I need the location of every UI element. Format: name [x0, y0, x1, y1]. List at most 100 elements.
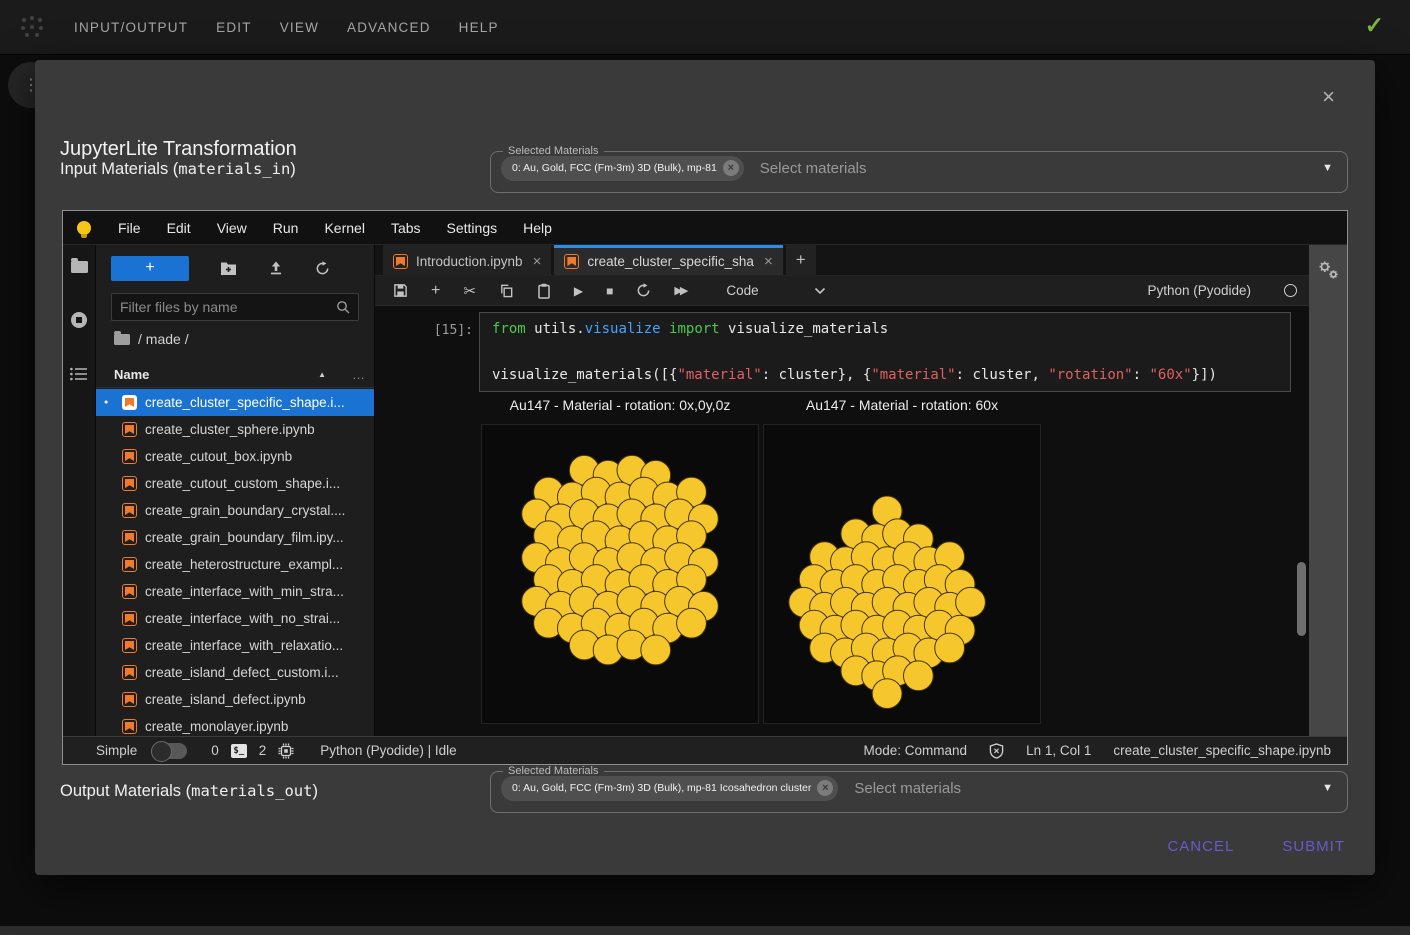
- add-cell-icon[interactable]: +: [431, 282, 440, 300]
- jl-menu-settings[interactable]: Settings: [447, 220, 498, 236]
- status-check-icon: ✓: [1365, 12, 1384, 39]
- upload-icon[interactable]: [268, 260, 284, 276]
- file-row[interactable]: ● create_cluster_specific_shape.i...: [96, 389, 374, 416]
- simple-mode-toggle[interactable]: [151, 743, 187, 759]
- tab-create-cluster-specific-shape[interactable]: create_cluster_specific_sha ×: [554, 245, 782, 275]
- jl-menu-tabs[interactable]: Tabs: [391, 220, 421, 236]
- notebook-scrollbar[interactable]: [1297, 308, 1306, 734]
- input-material-chip[interactable]: 0: Au, Gold, FCC (Fm-3m) 3D (Bulk), mp-8…: [501, 156, 744, 181]
- notebook-icon: [122, 476, 137, 491]
- status-bar-right: Mode: Command Ln 1, Col 1 create_cluster…: [864, 743, 1331, 759]
- shield-x-icon[interactable]: [989, 743, 1004, 759]
- kernel-status-icon[interactable]: [1284, 284, 1297, 297]
- notebook-icon: [393, 254, 408, 269]
- chip-remove-icon[interactable]: ×: [723, 160, 739, 176]
- menu-view[interactable]: VIEW: [280, 20, 319, 35]
- notebook-icon: [122, 665, 137, 680]
- refresh-icon[interactable]: [315, 261, 330, 276]
- settings-gears-icon[interactable]: [1316, 259, 1340, 281]
- cell-type-select[interactable]: Code: [726, 283, 758, 298]
- notebook-icon: [122, 557, 137, 572]
- input-materials-select[interactable]: Selected Materials 0: Au, Gold, FCC (Fm-…: [490, 145, 1348, 193]
- output-material-chip[interactable]: 0: Au, Gold, FCC (Fm-3m) 3D (Bulk), mp-8…: [501, 776, 838, 801]
- file-row[interactable]: create_monolayer.ipynb: [96, 713, 374, 736]
- file-row[interactable]: create_island_defect_custom.i...: [96, 659, 374, 686]
- code-cell[interactable]: from utils.visualize import visualize_ma…: [479, 312, 1291, 392]
- jl-menu-edit[interactable]: Edit: [167, 220, 191, 236]
- restart-run-all-icon[interactable]: ▶▶: [674, 284, 685, 297]
- copy-icon[interactable]: [499, 283, 514, 298]
- notebook-icon: [122, 638, 137, 653]
- jupyterlab-frame: File Edit View Run Kernel Tabs Settings …: [62, 210, 1348, 765]
- run-icon[interactable]: ▶: [574, 284, 583, 298]
- new-tab-button[interactable]: +: [786, 245, 816, 275]
- kernel-name[interactable]: Python (Pyodide): [1147, 283, 1251, 298]
- open-indicator-dot: ●: [104, 399, 108, 406]
- running-kernels-tab-icon[interactable]: [70, 311, 88, 329]
- terminal-count[interactable]: 0: [211, 743, 219, 758]
- paste-icon[interactable]: [537, 283, 551, 299]
- filter-input[interactable]: [120, 299, 336, 315]
- file-row[interactable]: create_grain_boundary_crystal....: [96, 497, 374, 524]
- file-row[interactable]: create_interface_with_min_stra...: [96, 578, 374, 605]
- tab-bar: Introduction.ipynb × create_cluster_spec…: [375, 245, 1309, 276]
- jupyterlab-menubar: File Edit View Run Kernel Tabs Settings …: [63, 211, 1347, 244]
- output-select-placeholder[interactable]: Select materials: [854, 780, 961, 797]
- name-column-header[interactable]: Name: [114, 367, 318, 382]
- input-label-code: materials_in: [178, 160, 290, 178]
- menu-edit[interactable]: EDIT: [216, 20, 252, 35]
- screen: INPUT/OUTPUT EDIT VIEW ADVANCED HELP ✓ ⋮…: [0, 0, 1410, 935]
- new-launcher-button[interactable]: +: [111, 256, 189, 281]
- input-chip-label: 0: Au, Gold, FCC (Fm-3m) 3D (Bulk), mp-8…: [512, 162, 717, 174]
- file-row[interactable]: create_cutout_custom_shape.i...: [96, 470, 374, 497]
- restart-kernel-icon[interactable]: [636, 283, 651, 298]
- dialog-footer: CANCEL SUBMIT: [35, 817, 1375, 875]
- menu-input-output[interactable]: INPUT/OUTPUT: [74, 20, 188, 35]
- file-row[interactable]: create_island_defect.ipynb: [96, 686, 374, 713]
- chip-remove-icon[interactable]: ×: [817, 780, 833, 796]
- table-of-contents-tab-icon[interactable]: [70, 367, 88, 381]
- dialog-title: JupyterLite Transformation: [60, 138, 297, 161]
- jl-menu-view[interactable]: View: [217, 220, 247, 236]
- sort-asc-icon[interactable]: ▲: [318, 370, 326, 379]
- tab-close-icon[interactable]: ×: [533, 253, 542, 270]
- tab-close-icon[interactable]: ×: [764, 253, 773, 270]
- kernel-chip-icon[interactable]: [278, 743, 294, 759]
- menu-advanced[interactable]: ADVANCED: [347, 20, 431, 35]
- file-row[interactable]: create_interface_with_relaxatio...: [96, 632, 374, 659]
- jl-menu-run[interactable]: Run: [273, 220, 299, 236]
- file-row[interactable]: create_interface_with_no_strai...: [96, 605, 374, 632]
- stop-icon[interactable]: ■: [606, 284, 613, 298]
- submit-button[interactable]: SUBMIT: [1282, 838, 1345, 855]
- cancel-button[interactable]: CANCEL: [1167, 838, 1234, 855]
- cut-icon[interactable]: ✂: [463, 282, 476, 300]
- jl-menu-file[interactable]: File: [118, 220, 141, 236]
- tab-introduction[interactable]: Introduction.ipynb ×: [383, 245, 551, 275]
- scrollbar-thumb[interactable]: [1297, 562, 1306, 636]
- new-folder-icon[interactable]: [220, 261, 237, 275]
- kernel-status-text[interactable]: Python (Pyodide) | Idle: [320, 743, 456, 758]
- dialog-close-icon[interactable]: ×: [1322, 84, 1335, 110]
- notebook-icon: [122, 611, 137, 626]
- mode-indicator[interactable]: Mode: Command: [864, 743, 968, 758]
- file-row[interactable]: create_heterostructure_exampl...: [96, 551, 374, 578]
- file-row[interactable]: create_cutout_box.ipynb: [96, 443, 374, 470]
- kernel-count[interactable]: 2: [259, 743, 267, 758]
- file-row[interactable]: create_cluster_sphere.ipynb: [96, 416, 374, 443]
- output-materials-select[interactable]: Selected Materials 0: Au, Gold, FCC (Fm-…: [490, 765, 1348, 813]
- input-select-placeholder[interactable]: Select materials: [760, 160, 867, 177]
- terminal-icon[interactable]: $_: [231, 744, 247, 758]
- line-col-indicator[interactable]: Ln 1, Col 1: [1026, 743, 1091, 758]
- jl-menu-help[interactable]: Help: [523, 220, 552, 236]
- jupyterlite-logo-icon: [77, 221, 91, 235]
- chevron-down-icon[interactable]: [814, 287, 826, 295]
- dropdown-arrow-icon[interactable]: ▼: [1322, 162, 1333, 174]
- file-row[interactable]: create_grain_boundary_film.ipy...: [96, 524, 374, 551]
- dropdown-arrow-icon[interactable]: ▼: [1322, 782, 1333, 794]
- file-browser-tab-icon[interactable]: [71, 261, 88, 273]
- breadcrumb[interactable]: / made /: [114, 331, 189, 347]
- menu-help[interactable]: HELP: [459, 20, 499, 35]
- jl-menu-kernel[interactable]: Kernel: [324, 220, 364, 236]
- more-options-icon[interactable]: …: [352, 367, 366, 382]
- save-icon[interactable]: [393, 283, 408, 298]
